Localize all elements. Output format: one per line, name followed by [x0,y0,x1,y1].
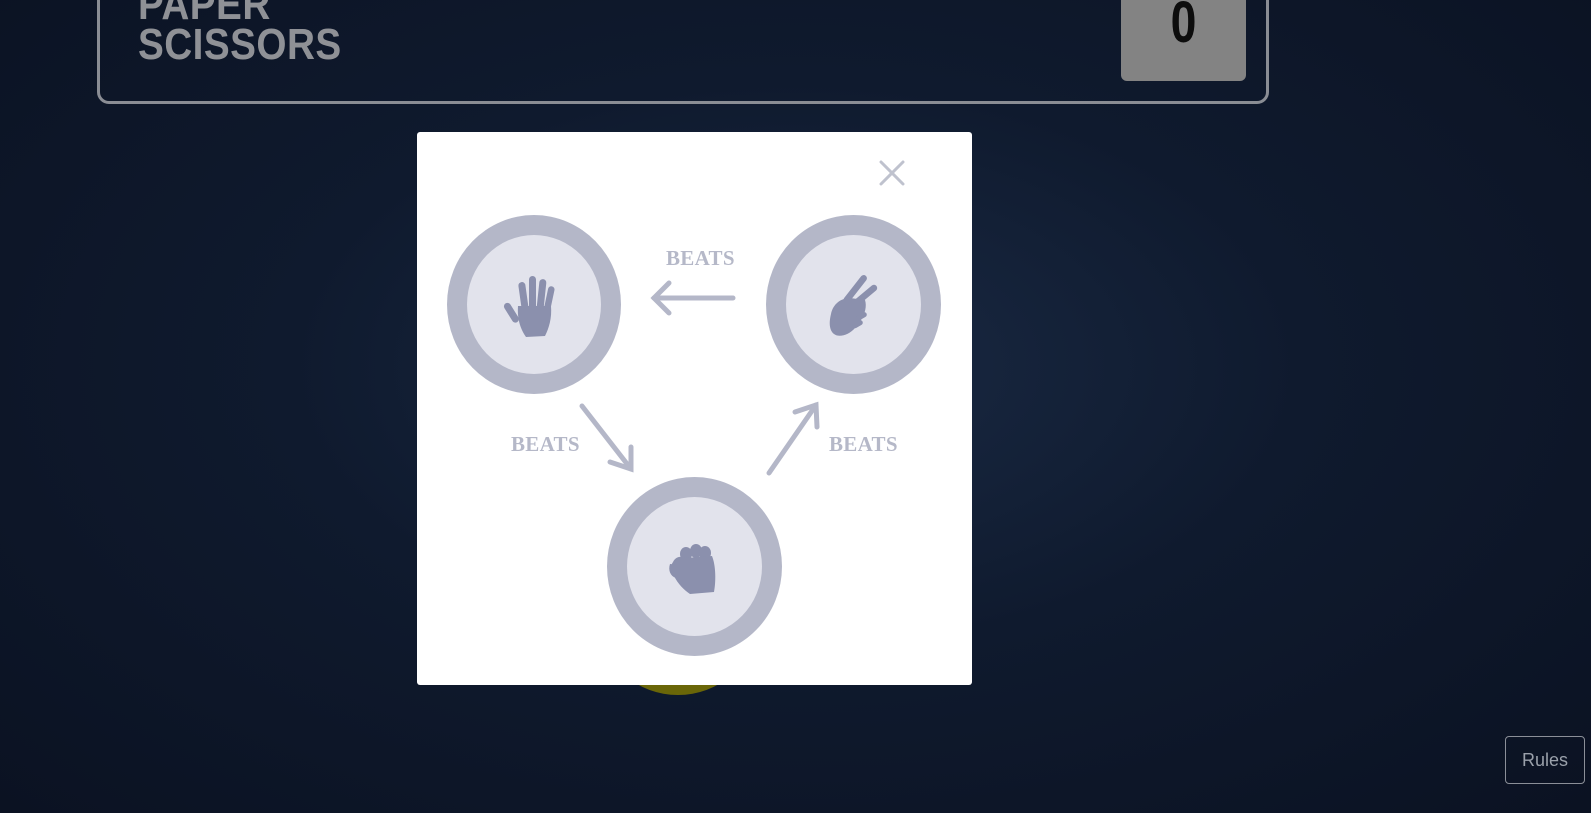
arrow-scissors-beats-paper [650,280,736,316]
paper-token-inner [467,235,601,374]
title-line-scissors: SCISSORS [138,20,342,69]
scissors-token [766,215,941,394]
beats-label-rock-scissors: BEATS [829,432,898,456]
arrow-rock-beats-scissors [766,401,820,476]
paper-hand-icon [503,275,555,337]
rock-token [607,477,782,656]
scoreboard-header: PAPER SCISSORS 0 [97,0,1269,104]
rules-button[interactable]: Rules [1505,736,1585,784]
arrow-paper-beats-rock [579,403,634,473]
score-box: 0 [1121,0,1246,81]
rock-fist-icon [668,543,715,594]
beats-label-paper-rock: BEATS [511,432,580,456]
game-title: PAPER SCISSORS [138,0,342,69]
beats-label-scissors-paper: BEATS [666,246,735,270]
rules-modal: BEATS BEATS BEATS [417,132,972,685]
scissors-hand-icon [829,274,877,336]
scissors-token-inner [786,235,921,374]
paper-token [447,215,621,394]
rock-token-inner [627,497,762,636]
score-value: 0 [1170,0,1197,55]
